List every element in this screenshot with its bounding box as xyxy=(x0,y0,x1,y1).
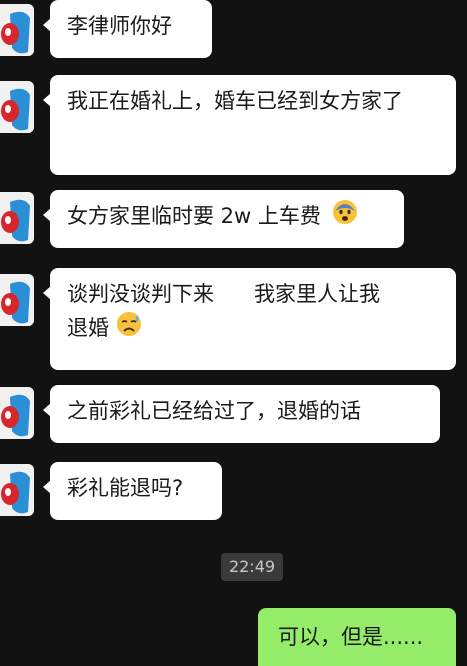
message-row: 我正在婚礼上，婚车已经到女方家了 xyxy=(0,75,467,177)
avatar[interactable] xyxy=(0,192,34,244)
avatar-image xyxy=(0,4,34,56)
avatar[interactable] xyxy=(0,387,34,439)
message-text: 女方家里临时要 2w 上车费 xyxy=(67,204,321,228)
message-bubble[interactable]: 谈判没谈判下来 我家里人让我 退婚 xyxy=(43,268,456,370)
chat-area: 李律师你好 我正在婚礼上，婚车已经到女方家了 女方家里临时要 2w 上车费 谈判… xyxy=(0,0,467,666)
message-row: 李律师你好 xyxy=(0,0,467,60)
avatar-image xyxy=(0,387,34,439)
message-text: 可以，但是...... xyxy=(278,625,424,649)
timestamp: 22:49 xyxy=(221,553,283,581)
avatar[interactable] xyxy=(0,81,34,133)
message-row: 女方家里临时要 2w 上车费 xyxy=(0,190,467,250)
message-text-line: 谈判没谈判下来 我家里人让我 xyxy=(67,282,381,306)
message-text: 李律师你好 xyxy=(67,14,172,38)
avatar-image xyxy=(0,274,34,326)
avatar-image xyxy=(0,81,34,133)
message-text: 彩礼能退吗? xyxy=(67,476,184,500)
message-row: 谈判没谈判下来 我家里人让我 退婚 xyxy=(0,268,467,372)
sad-sweat-face-icon xyxy=(116,311,142,347)
avatar-image xyxy=(0,464,34,516)
message-bubble[interactable]: 之前彩礼已经给过了，退婚的话 xyxy=(43,385,440,443)
message-row: 之前彩礼已经给过了，退婚的话 xyxy=(0,385,467,445)
avatar-image xyxy=(0,192,34,244)
message-text-line: 退婚 xyxy=(67,316,109,340)
avatar[interactable] xyxy=(0,274,34,326)
message-text: 我正在婚礼上，婚车已经到女方家了 xyxy=(67,89,403,113)
outgoing-message-bubble[interactable]: 可以，但是...... xyxy=(258,608,456,666)
message-row: 彩礼能退吗? xyxy=(0,462,467,522)
message-bubble[interactable]: 我正在婚礼上，婚车已经到女方家了 xyxy=(43,75,456,175)
message-text: 之前彩礼已经给过了，退婚的话 xyxy=(67,399,361,423)
message-bubble[interactable]: 彩礼能退吗? xyxy=(43,462,222,520)
message-bubble[interactable]: 女方家里临时要 2w 上车费 xyxy=(43,190,404,248)
fearful-face-icon xyxy=(332,199,358,235)
message-bubble[interactable]: 李律师你好 xyxy=(43,0,212,58)
avatar[interactable] xyxy=(0,464,34,516)
avatar[interactable] xyxy=(0,4,34,56)
